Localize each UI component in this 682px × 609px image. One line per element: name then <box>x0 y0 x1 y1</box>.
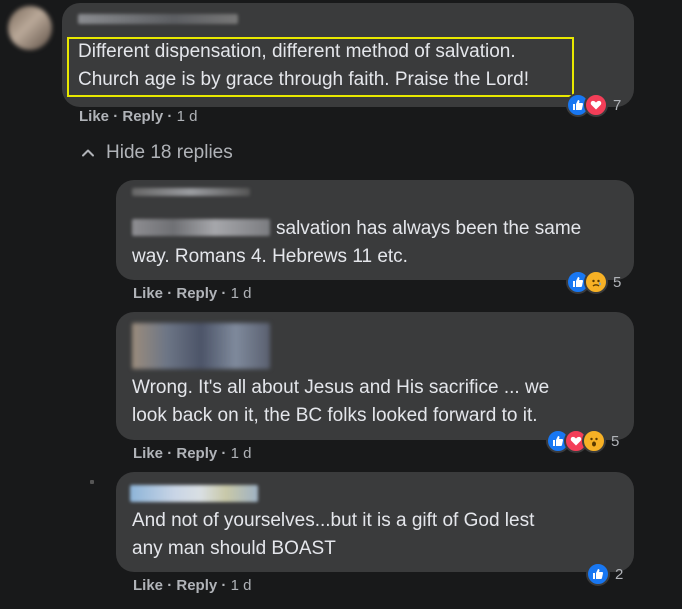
separator-dot: · <box>221 445 227 462</box>
reaction-count: 5 <box>613 273 622 291</box>
reaction-summary[interactable]: 2 <box>586 562 624 586</box>
comment-bubble: And not of yourselves...but it is a gift… <box>116 472 634 572</box>
comment-text: Wrong. It's all about Jesus and His sacr… <box>132 374 549 430</box>
author-name-redacted[interactable] <box>78 14 238 24</box>
comment-text-line: And not of yourselves...but it is a gift… <box>132 510 535 531</box>
hide-replies-toggle[interactable]: Hide 18 replies <box>80 141 233 165</box>
separator-dot: · <box>221 285 227 302</box>
comment-actions: Like · Reply · 1 d <box>133 445 251 462</box>
comment-bubble: Wrong. It's all about Jesus and His sacr… <box>116 312 634 440</box>
timestamp[interactable]: 1 d <box>231 577 252 594</box>
comment-text-line: way. Romans 4. Hebrews 11 etc. <box>132 246 408 267</box>
author-name-redacted[interactable] <box>132 188 250 196</box>
separator-dot: · <box>167 577 173 594</box>
comment-text-line: Church age is by grace through faith. Pr… <box>78 69 529 90</box>
like-icon <box>586 562 610 586</box>
comment-text-line: Wrong. It's all about Jesus and His sacr… <box>132 377 550 398</box>
author-name-redacted[interactable] <box>132 323 270 369</box>
like-link[interactable]: Like <box>133 445 163 462</box>
comment-text-line: salvation has always been the same <box>276 218 582 239</box>
love-icon <box>584 93 608 117</box>
separator-dot: · <box>113 108 119 125</box>
reply-link[interactable]: Reply <box>176 577 217 594</box>
timestamp[interactable]: 1 d <box>231 445 252 462</box>
reply-link[interactable]: Reply <box>176 445 217 462</box>
reaction-summary[interactable]: 5 <box>566 270 622 294</box>
comment-actions: Like · Reply · 1 d <box>79 108 197 125</box>
reaction-summary[interactable]: 5 <box>546 429 620 453</box>
comment-text: salvation has always been the same way. … <box>132 215 581 271</box>
wow-icon <box>582 429 606 453</box>
reaction-count: 5 <box>611 432 620 450</box>
separator-dot: · <box>167 445 173 462</box>
timestamp[interactable]: 1 d <box>177 108 198 125</box>
reaction-count: 7 <box>613 96 622 114</box>
comment-bubble: salvation has always been the same way. … <box>116 180 634 280</box>
reply-link[interactable]: Reply <box>176 285 217 302</box>
reaction-count: 2 <box>615 565 624 583</box>
comment-text-line: Different dispensation, different method… <box>78 41 516 62</box>
like-link[interactable]: Like <box>133 577 163 594</box>
like-link[interactable]: Like <box>133 285 163 302</box>
comment-bubble: Different dispensation, different method… <box>62 3 634 107</box>
comment-actions: Like · Reply · 1 d <box>133 285 251 302</box>
reply-link[interactable]: Reply <box>122 108 163 125</box>
separator-dot: · <box>167 108 173 125</box>
separator-dot: · <box>167 285 173 302</box>
comment-actions: Like · Reply · 1 d <box>133 577 251 594</box>
hide-replies-label: Hide 18 replies <box>106 142 233 163</box>
avatar[interactable] <box>90 480 94 484</box>
comment-text: Different dispensation, different method… <box>78 38 529 94</box>
comment-text-line: look back on it, the BC folks looked for… <box>132 405 538 426</box>
comment-text: And not of yourselves...but it is a gift… <box>132 507 534 563</box>
sad-icon <box>584 270 608 294</box>
avatar[interactable] <box>8 6 52 50</box>
timestamp[interactable]: 1 d <box>231 285 252 302</box>
chevron-up-icon <box>82 149 94 157</box>
like-link[interactable]: Like <box>79 108 109 125</box>
reaction-summary[interactable]: 7 <box>566 93 622 117</box>
author-name-redacted[interactable] <box>130 485 258 502</box>
separator-dot: · <box>221 577 227 594</box>
comment-text-line: any man should BOAST <box>132 538 336 559</box>
